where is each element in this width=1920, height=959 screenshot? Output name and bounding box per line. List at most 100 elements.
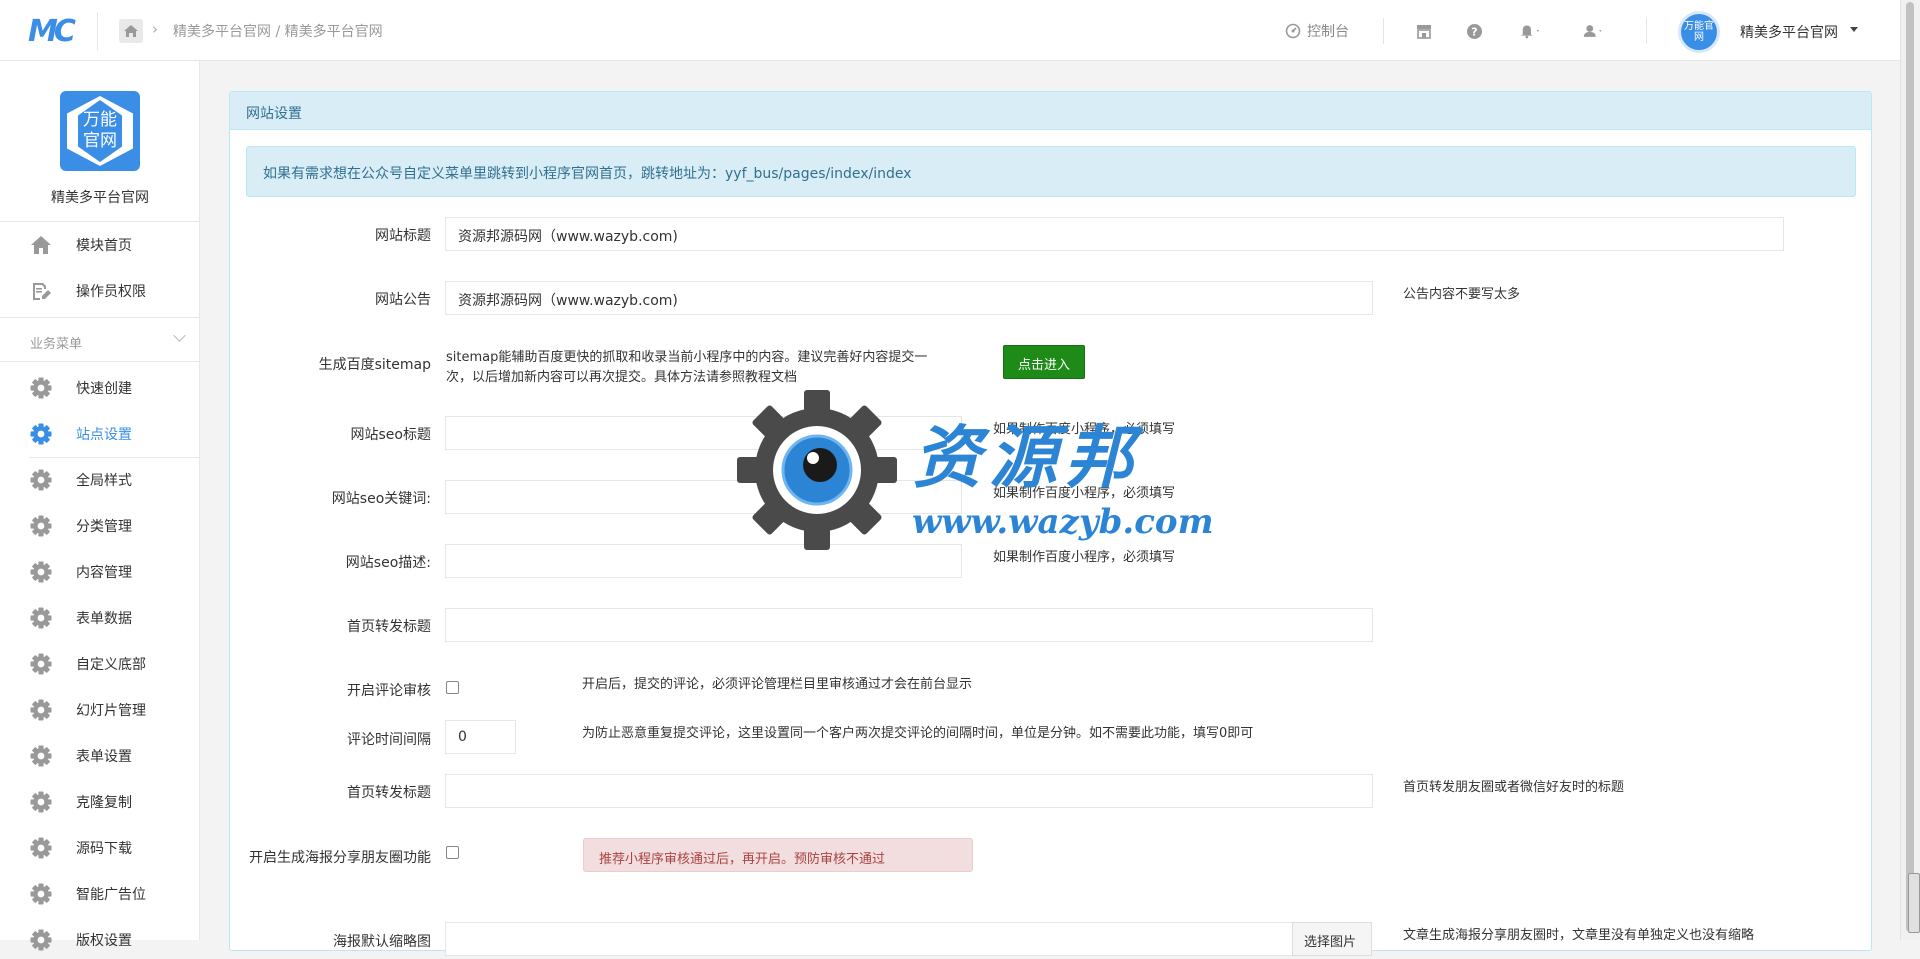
sidebar-item-12[interactable]: 智能广告位 — [0, 873, 200, 913]
scrollbar-grip[interactable] — [1908, 873, 1920, 933]
sidebar-item-13[interactable]: 版权设置 — [0, 919, 200, 959]
comment-interval-label: 评论时间间隔 — [347, 732, 431, 748]
sidebar-item-3[interactable]: 全局样式 — [0, 459, 200, 499]
user-menu-icon[interactable] — [1583, 20, 1605, 42]
site-notice-input[interactable]: 资源邦源码网（www.wazyb.com) — [445, 281, 1373, 315]
gear-icon — [30, 699, 52, 721]
home-icon — [30, 234, 52, 256]
sidebar-divider — [0, 361, 200, 362]
store-icon[interactable] — [1413, 20, 1435, 42]
brand-logo-text: 万能官网 — [78, 100, 122, 162]
sidebar-item-10[interactable]: 克隆复制 — [0, 781, 200, 821]
gear-icon — [30, 929, 52, 951]
sidebar-item-6[interactable]: 表单数据 — [0, 597, 200, 637]
share-title2-input[interactable] — [445, 774, 1373, 808]
sidebar-item-label: 版权设置 — [76, 933, 132, 949]
brand-name: 精美多平台官网 — [51, 190, 149, 206]
sidebar-item-label: 表单数据 — [76, 611, 132, 627]
gear-icon — [30, 423, 52, 445]
site-title-input[interactable]: 资源邦源码网（www.wazyb.com) — [445, 217, 1784, 251]
site-notice-label: 网站公告 — [375, 292, 431, 308]
poster-share-checkbox[interactable] — [446, 846, 459, 859]
site-title-label: 网站标题 — [375, 228, 431, 244]
poster-share-label: 开启生成海报分享朋友圈功能 — [249, 850, 431, 866]
sidebar-item-8[interactable]: 幻灯片管理 — [0, 689, 200, 729]
sidebar-item-7[interactable]: 自定义底部 — [0, 643, 200, 683]
share-title2-label: 首页转发标题 — [347, 785, 431, 801]
sidebar-item-label: 全局样式 — [76, 473, 132, 489]
sidebar-item-label: 站点设置 — [76, 427, 132, 443]
avatar[interactable]: 万能官网 — [1678, 11, 1720, 53]
caret-down-icon[interactable] — [1850, 27, 1858, 32]
seo-desc-input[interactable] — [445, 544, 962, 578]
top-navbar: MC › 精美多平台官网 / 精美多平台官网 控制台 ? 万能官网 精美多平台官… — [0, 0, 1900, 61]
breadcrumb[interactable]: 精美多平台官网 / 精美多平台官网 — [173, 21, 383, 41]
gear-icon — [30, 515, 52, 537]
sidebar-item-11[interactable]: 源码下载 — [0, 827, 200, 867]
share-title-input[interactable] — [445, 608, 1373, 642]
select-image-button[interactable]: 选择图片 — [1292, 922, 1372, 956]
sidebar-item-label: 智能广告位 — [76, 887, 146, 903]
sidebar-item-operator-permission[interactable]: 操作员权限 — [0, 270, 200, 310]
sidebar-item-label: 自定义底部 — [76, 657, 146, 673]
sidebar-item-label: 源码下载 — [76, 841, 132, 857]
scrollbar-thumb[interactable] — [1906, 2, 1914, 932]
seo-keywords-input[interactable] — [445, 480, 962, 514]
edit-icon — [30, 280, 52, 302]
sidebar-item-2[interactable]: 站点设置 — [0, 413, 200, 453]
app-logo[interactable]: MC — [28, 14, 76, 49]
share-title-label: 首页转发标题 — [347, 619, 431, 635]
topbar-divider — [1646, 18, 1647, 44]
breadcrumb-chevron-icon: › — [152, 20, 158, 38]
dashboard-link[interactable]: 控制台 — [1285, 0, 1349, 61]
sidebar-item-module-home[interactable]: 模块首页 — [0, 224, 200, 264]
sidebar-item-5[interactable]: 内容管理 — [0, 551, 200, 591]
gear-icon — [30, 745, 52, 767]
chevron-down-icon[interactable] — [173, 329, 186, 342]
poster-thumb-label: 海报默认缩略图 — [333, 934, 431, 950]
gear-icon — [30, 883, 52, 905]
sidebar-item-label: 模块首页 — [76, 238, 132, 254]
sidebar-divider — [0, 221, 200, 222]
info-alert: 如果有需求想在公众号自定义菜单里跳转到小程序官网首页，跳转地址为：yyf_bus… — [246, 146, 1856, 197]
home-icon[interactable] — [119, 19, 143, 43]
sidebar-item-4[interactable]: 分类管理 — [0, 505, 200, 545]
page-scrollbar[interactable] — [1900, 0, 1920, 940]
logo-divider — [97, 12, 98, 50]
gear-icon — [30, 469, 52, 491]
site-notice-help: 公告内容不要写太多 — [1403, 287, 1521, 302]
sitemap-enter-button[interactable]: 点击进入 — [1003, 345, 1085, 379]
seo-title-help: 如果制作百度小程序，必须填写 — [993, 422, 1176, 437]
sidebar-item-label: 内容管理 — [76, 565, 132, 581]
topbar-divider — [1383, 18, 1384, 44]
comment-review-checkbox[interactable] — [446, 681, 459, 694]
sidebar-item-label: 快速创建 — [76, 381, 132, 397]
comment-interval-input[interactable]: 0 — [445, 720, 516, 754]
seo-title-input[interactable] — [445, 416, 962, 450]
sidebar-item-label: 表单设置 — [76, 749, 132, 765]
sidebar-section-label: 业务菜单 — [30, 337, 83, 352]
sidebar-item-9[interactable]: 表单设置 — [0, 735, 200, 775]
dashboard-icon — [1285, 23, 1301, 38]
gear-icon — [30, 561, 52, 583]
sidebar: 万能官网 精美多平台官网 模块首页 操作员权限 业务菜单 快速创建站点设置全局样… — [0, 61, 200, 951]
sidebar-divider — [30, 457, 200, 458]
seo-keywords-help: 如果制作百度小程序，必须填写 — [993, 486, 1176, 501]
poster-thumb-help: 文章生成海报分享朋友圈时，文章里没有单独定义也没有缩略 — [1403, 928, 1755, 943]
sidebar-item-label: 克隆复制 — [76, 795, 132, 811]
panel-title: 网站设置 — [230, 92, 1871, 130]
sitemap-desc-line1: sitemap能辅助百度更快的抓取和收录当前小程序中的内容。建议完善好内容提交一 — [446, 350, 928, 365]
sitemap-label: 生成百度sitemap — [318, 357, 431, 373]
comment-review-help: 开启后，提交的评论，必须评论管理栏目里审核通过才会在前台显示 — [582, 677, 973, 692]
gear-icon — [30, 607, 52, 629]
seo-desc-help: 如果制作百度小程序，必须填写 — [993, 550, 1176, 565]
sidebar-item-1[interactable]: 快速创建 — [0, 367, 200, 407]
seo-desc-label: 网站seo描述: — [345, 555, 431, 571]
share-title2-help: 首页转发朋友圈或者微信好友时的标题 — [1403, 780, 1625, 795]
help-icon[interactable]: ? — [1463, 20, 1485, 42]
poster-thumb-input[interactable] — [445, 922, 1293, 956]
sidebar-item-label: 分类管理 — [76, 519, 132, 535]
notification-bell-icon[interactable] — [1520, 20, 1542, 42]
username[interactable]: 精美多平台官网 — [1740, 22, 1838, 42]
sidebar-item-label: 幻灯片管理 — [76, 703, 146, 719]
